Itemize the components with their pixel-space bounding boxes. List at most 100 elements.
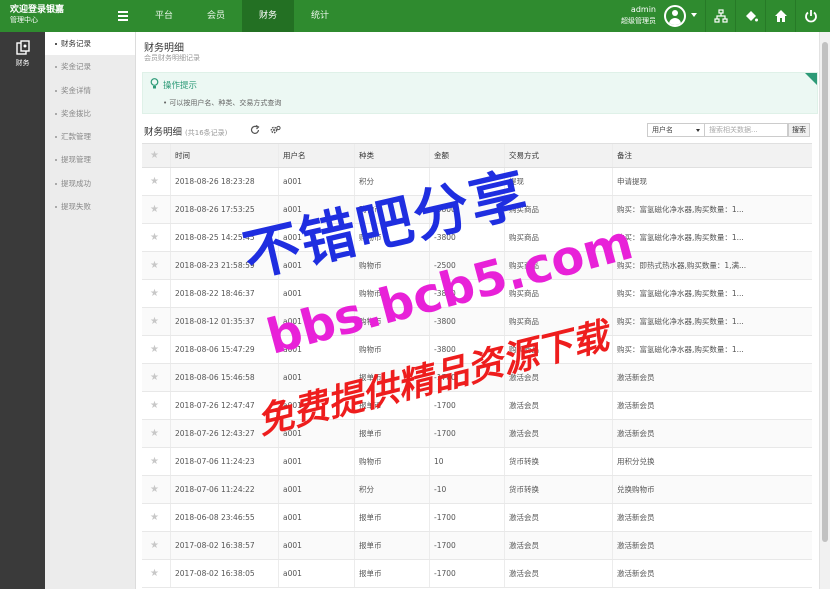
star-icon: ★ <box>150 344 159 355</box>
cell-amount: -1700 <box>429 392 504 419</box>
sidebar-item-withdrawal-failed[interactable]: 提现失败 <box>45 195 135 218</box>
table-row[interactable]: ★ 2018-07-26 12:43:27 a001 报单币 -1700 激活会员 激活新会… <box>142 420 812 448</box>
collapse-corner-icon[interactable] <box>805 73 817 85</box>
row-star[interactable]: ★ <box>142 420 170 447</box>
nav-platform[interactable]: 平台 <box>138 0 190 32</box>
row-star[interactable]: ★ <box>142 224 170 251</box>
cell-type: 购物币 <box>354 448 429 475</box>
table-row[interactable]: ★ 2017-08-02 16:38:57 a001 报单币 -1700 激活会员 激活新会… <box>142 532 812 560</box>
star-icon: ★ <box>150 372 159 383</box>
sidebar-item-bonus-records[interactable]: 奖金记录 <box>45 55 135 78</box>
row-star[interactable]: ★ <box>142 196 170 223</box>
cell-method: 激活会员 <box>504 532 612 559</box>
chevron-down-icon <box>696 129 700 132</box>
cell-user: a001 <box>278 392 354 419</box>
row-star[interactable]: ★ <box>142 532 170 559</box>
nav-member[interactable]: 会员 <box>190 0 242 32</box>
star-icon: ★ <box>150 204 159 215</box>
cell-note: 激活新会员 <box>612 560 812 587</box>
gear-icon[interactable] <box>270 125 281 135</box>
cell-type: 购物币 <box>354 336 429 363</box>
table-row[interactable]: ★ 2018-07-26 12:47:47 a001 报单币 -1700 激活会员 激活新会… <box>142 392 812 420</box>
header-amount[interactable]: 金额 <box>429 144 504 167</box>
cell-time: 2018-08-25 14:25:45 <box>170 224 278 251</box>
cell-method: 激活会员 <box>504 364 612 391</box>
cell-type: 购物币 <box>354 224 429 251</box>
row-star[interactable]: ★ <box>142 336 170 363</box>
header-user[interactable]: 用户名 <box>278 144 354 167</box>
table-row[interactable]: ★ 2018-07-06 11:24:23 a001 购物币 10 货币转换 用积分兑换 <box>142 448 812 476</box>
cell-note: 用积分兑换 <box>612 448 812 475</box>
header-type[interactable]: 种类 <box>354 144 429 167</box>
page-title: 财务明细 <box>144 43 184 54</box>
sidebar-item-remittance[interactable]: 汇款管理 <box>45 125 135 148</box>
header-star[interactable]: ★ <box>142 144 170 167</box>
table-row[interactable]: ★ 2018-08-06 15:47:29 a001 购物币 -3800 购买商品 购买：富… <box>142 336 812 364</box>
row-star[interactable]: ★ <box>142 252 170 279</box>
sidebar-item-bonus-details[interactable]: 奖金详情 <box>45 79 135 102</box>
sitemap-button[interactable] <box>705 0 735 32</box>
cell-user: a001 <box>278 336 354 363</box>
row-star[interactable]: ★ <box>142 364 170 391</box>
row-star[interactable]: ★ <box>142 168 170 195</box>
cell-note: 购买：富氢磁化净水器,购买数量：1... <box>612 308 812 335</box>
row-star[interactable]: ★ <box>142 280 170 307</box>
table-title-text: 财务明细 <box>144 127 183 138</box>
nav-finance[interactable]: 财务 <box>242 0 294 32</box>
sidebar-item-finance-records[interactable]: 财务记录 <box>45 32 135 56</box>
sidebar-item-withdrawal-manage[interactable]: 提现管理 <box>45 148 135 171</box>
cell-time: 2018-08-23 21:58:59 <box>170 252 278 279</box>
nav-statistics[interactable]: 统计 <box>294 0 346 32</box>
cell-method: 购买商品 <box>504 336 612 363</box>
cell-time: 2018-08-26 18:23:28 <box>170 168 278 195</box>
cell-amount: -3800 <box>429 280 504 307</box>
header-method[interactable]: 交易方式 <box>504 144 612 167</box>
paint-bucket-icon <box>746 11 758 22</box>
cell-note: 激活新会员 <box>612 420 812 447</box>
table-row[interactable]: ★ 2018-08-12 01:35:37 a001 购物币 -3800 购买商品 购买：富… <box>142 308 812 336</box>
table-row[interactable]: ★ 2018-08-23 21:58:59 a001 购物币 -2500 购买商品 购买：即… <box>142 252 812 280</box>
table-row[interactable]: ★ 2018-08-26 17:53:25 a001 购物币 -3800 购买商品 购买：富… <box>142 196 812 224</box>
row-star[interactable]: ★ <box>142 504 170 531</box>
refresh-icon[interactable] <box>250 125 260 135</box>
logout-button[interactable] <box>795 0 825 32</box>
row-star[interactable]: ★ <box>142 476 170 503</box>
table-row[interactable]: ★ 2018-08-25 14:25:45 a001 购物币 -3800 购买商品 购买：富… <box>142 224 812 252</box>
row-star[interactable]: ★ <box>142 392 170 419</box>
search-input[interactable] <box>705 123 788 137</box>
table-row[interactable]: ★ 2018-08-06 15:46:58 a001 报单币 -1700 激活会员 激活新会… <box>142 364 812 392</box>
menu-toggle-icon[interactable] <box>118 11 128 21</box>
lightbulb-icon <box>150 78 159 89</box>
cell-type: 购物币 <box>354 308 429 335</box>
cell-user: a001 <box>278 168 354 195</box>
user-menu[interactable]: admin 超级管理员 <box>600 3 700 29</box>
chevron-down-icon[interactable] <box>691 13 697 17</box>
avatar[interactable] <box>664 5 686 27</box>
table-row[interactable]: ★ 2018-06-08 23:46:55 a001 报单币 -1700 激活会员 激活新会… <box>142 504 812 532</box>
table-row[interactable]: ★ 2018-07-06 11:24:22 a001 积分 -10 货币转换 兑换购物币 <box>142 476 812 504</box>
row-star[interactable]: ★ <box>142 560 170 587</box>
home-button[interactable] <box>765 0 795 32</box>
cell-amount: -3800 <box>429 336 504 363</box>
cell-note: 兑换购物币 <box>612 476 812 503</box>
sidebar-item-withdrawal-success[interactable]: 提现成功 <box>45 172 135 195</box>
sidebar-item-bonus-ratio[interactable]: 奖金拨比 <box>45 102 135 125</box>
header-note[interactable]: 备注 <box>612 144 812 167</box>
row-star[interactable]: ★ <box>142 308 170 335</box>
cell-amount: -3800 <box>429 224 504 251</box>
star-icon: ★ <box>150 484 159 495</box>
row-star[interactable]: ★ <box>142 448 170 475</box>
search-field-select[interactable]: 用户名 <box>647 123 705 137</box>
table-row[interactable]: ★ 2018-08-26 18:23:28 a001 积分 提现 申请提现 <box>142 168 812 196</box>
cell-amount: -3800 <box>429 308 504 335</box>
table-row[interactable]: ★ 2017-08-02 16:38:05 a001 报单币 -1700 激活会员 激活新会… <box>142 560 812 588</box>
cell-note: 激活新会员 <box>612 364 812 391</box>
header-time[interactable]: 时间 <box>170 144 278 167</box>
search-button[interactable]: 搜索 <box>788 123 810 137</box>
module-finance[interactable]: 财务 <box>0 36 45 70</box>
scrollbar-thumb[interactable] <box>822 42 828 542</box>
finance-table: ★ 时间 用户名 种类 金额 交易方式 备注 ★ 2018-08-26 18:23… <box>142 143 812 588</box>
clear-cache-button[interactable] <box>735 0 765 32</box>
table-row[interactable]: ★ 2018-08-22 18:46:37 a001 购物币 -3800 购买商品 购买：富… <box>142 280 812 308</box>
cell-type: 报单币 <box>354 420 429 447</box>
